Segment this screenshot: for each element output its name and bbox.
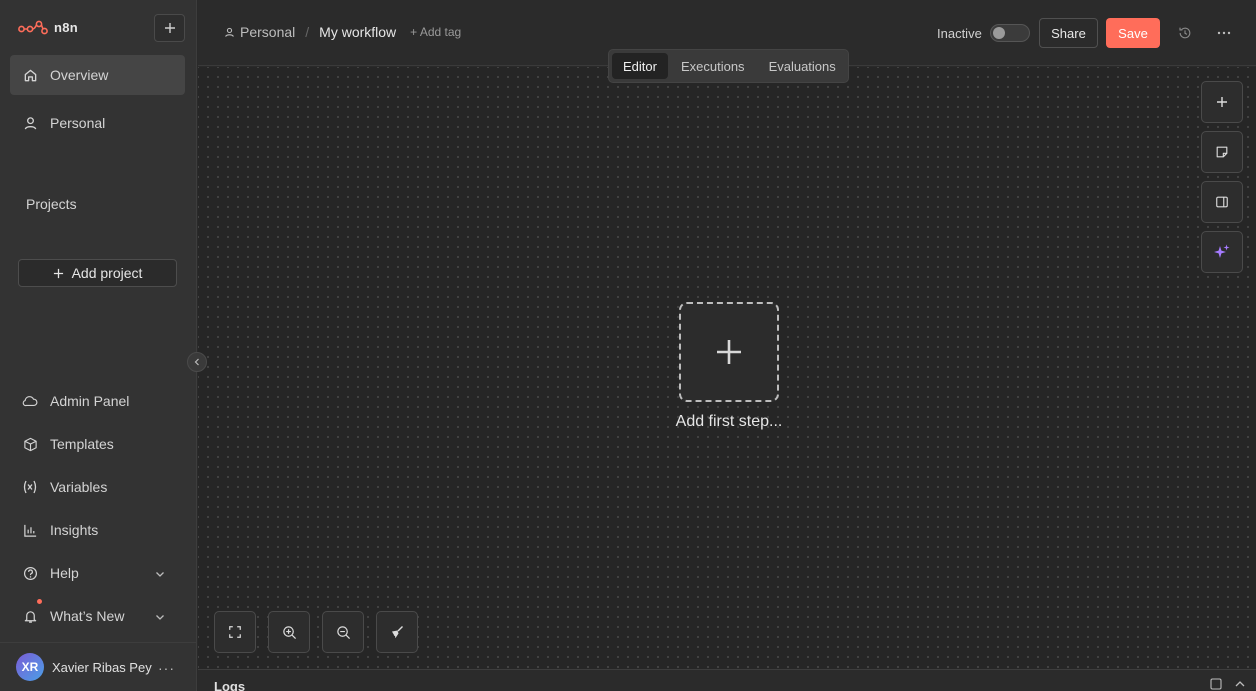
workflow-canvas[interactable]: Add first step... bbox=[198, 67, 1256, 669]
user-icon bbox=[22, 115, 38, 131]
panel-right-icon bbox=[1216, 196, 1228, 208]
plus-icon bbox=[164, 23, 175, 33]
bell-icon bbox=[22, 608, 38, 624]
fit-view-button[interactable] bbox=[214, 611, 256, 653]
workflow-status-label: Inactive bbox=[937, 26, 982, 41]
notification-dot bbox=[37, 599, 42, 604]
logs-panel[interactable]: Logs bbox=[198, 669, 1256, 691]
sidebar-item-label: Personal bbox=[50, 115, 106, 131]
sidebar-item-label: Insights bbox=[50, 522, 99, 538]
chevron-left-icon bbox=[194, 358, 199, 366]
logo[interactable]: n8n bbox=[18, 19, 78, 35]
sidebar-item-insights[interactable]: Insights bbox=[10, 510, 185, 550]
history-icon[interactable] bbox=[1176, 24, 1194, 42]
add-project-button[interactable]: Add project bbox=[18, 259, 177, 287]
user-icon bbox=[225, 27, 234, 37]
sidebar: n8n Overview Personal Projects Add proje… bbox=[0, 0, 207, 691]
canvas-zoom-toolbar bbox=[214, 611, 418, 653]
collapse-sidebar-button[interactable] bbox=[187, 352, 207, 372]
sidebar-item-label: Admin Panel bbox=[50, 393, 130, 409]
chevron-up-icon[interactable] bbox=[1234, 678, 1246, 690]
home-icon bbox=[22, 67, 38, 83]
sidebar-item-admin-panel[interactable]: Admin Panel bbox=[10, 381, 185, 421]
add-project-label: Add project bbox=[71, 265, 143, 281]
ai-assistant-button[interactable] bbox=[1201, 231, 1243, 273]
more-horizontal-icon[interactable]: ··· bbox=[158, 660, 175, 676]
sparkle-icon bbox=[1214, 244, 1230, 258]
sidebar-item-overview[interactable]: Overview bbox=[10, 55, 185, 95]
app-root: n8n Overview Personal Projects Add proje… bbox=[0, 0, 1256, 691]
breadcrumb-project-label: Personal bbox=[240, 24, 296, 40]
toggle-panel-button[interactable] bbox=[1201, 181, 1243, 223]
cloud-icon bbox=[22, 393, 38, 409]
sticky-note-icon bbox=[1216, 146, 1228, 158]
chevron-down-icon bbox=[155, 609, 165, 625]
chevron-down-icon bbox=[155, 566, 165, 582]
create-new-button[interactable] bbox=[154, 14, 185, 42]
share-button[interactable]: Share bbox=[1039, 18, 1098, 48]
zoom-in-button[interactable] bbox=[268, 611, 310, 653]
sidebar-item-templates[interactable]: Templates bbox=[10, 424, 185, 464]
add-sticky-note-button[interactable] bbox=[1201, 131, 1243, 173]
sidebar-item-label: Templates bbox=[50, 436, 114, 452]
variables-icon bbox=[22, 479, 38, 495]
zoom-out-button[interactable] bbox=[322, 611, 364, 653]
sidebar-item-whats-new[interactable]: What’s New bbox=[10, 596, 185, 636]
help-circle-icon bbox=[22, 565, 38, 581]
open-nodes-panel-button[interactable] bbox=[1201, 81, 1243, 123]
bar-chart-icon bbox=[22, 522, 38, 538]
breadcrumb: Personal / My workflow + Add tag bbox=[224, 24, 461, 40]
zoom-in-icon bbox=[282, 625, 296, 639]
sidebar-item-personal[interactable]: Personal bbox=[10, 103, 185, 143]
user-name: Xavier Ribas Pey bbox=[52, 659, 152, 675]
save-button[interactable]: Save bbox=[1106, 18, 1160, 48]
user-menu[interactable]: XR Xavier Ribas Pey ··· bbox=[0, 642, 197, 691]
add-first-step-label: Add first step... bbox=[675, 413, 783, 430]
tab-editor[interactable]: Editor bbox=[612, 53, 668, 79]
tab-executions[interactable]: Executions bbox=[670, 53, 756, 79]
plus-icon bbox=[1217, 97, 1227, 107]
canvas-right-toolbar bbox=[1201, 81, 1243, 273]
plus-icon bbox=[53, 268, 63, 278]
zoom-out-icon bbox=[336, 625, 350, 639]
logs-title: Logs bbox=[214, 679, 246, 691]
pop-out-icon[interactable] bbox=[1210, 678, 1222, 690]
avatar: XR bbox=[16, 653, 44, 681]
logs-actions bbox=[1210, 678, 1246, 690]
view-tabs: Editor Executions Evaluations bbox=[608, 49, 849, 83]
n8n-logo-icon bbox=[18, 20, 48, 35]
sidebar-item-help[interactable]: Help bbox=[10, 553, 185, 593]
box-icon bbox=[22, 436, 38, 452]
broom-icon bbox=[391, 626, 403, 638]
more-horizontal-icon[interactable] bbox=[1215, 24, 1233, 42]
sidebar-item-label: What’s New bbox=[50, 608, 125, 624]
projects-section-title: Projects bbox=[26, 196, 77, 212]
breadcrumb-project[interactable]: Personal bbox=[224, 24, 295, 40]
plus-icon bbox=[717, 340, 741, 364]
sidebar-item-label: Help bbox=[50, 565, 79, 581]
activate-toggle[interactable] bbox=[990, 24, 1030, 42]
sidebar-item-label: Overview bbox=[50, 67, 109, 83]
add-first-step-button[interactable] bbox=[679, 302, 779, 402]
add-tag-button[interactable]: + Add tag bbox=[410, 25, 461, 39]
logo-text: n8n bbox=[54, 19, 79, 35]
sidebar-item-variables[interactable]: Variables bbox=[10, 467, 185, 507]
tidy-up-button[interactable] bbox=[376, 611, 418, 653]
maximize-icon bbox=[229, 626, 241, 638]
breadcrumb-separator: / bbox=[305, 24, 310, 40]
workflow-title[interactable]: My workflow bbox=[319, 24, 396, 40]
sidebar-item-label: Variables bbox=[50, 479, 108, 495]
tab-evaluations[interactable]: Evaluations bbox=[758, 53, 847, 79]
